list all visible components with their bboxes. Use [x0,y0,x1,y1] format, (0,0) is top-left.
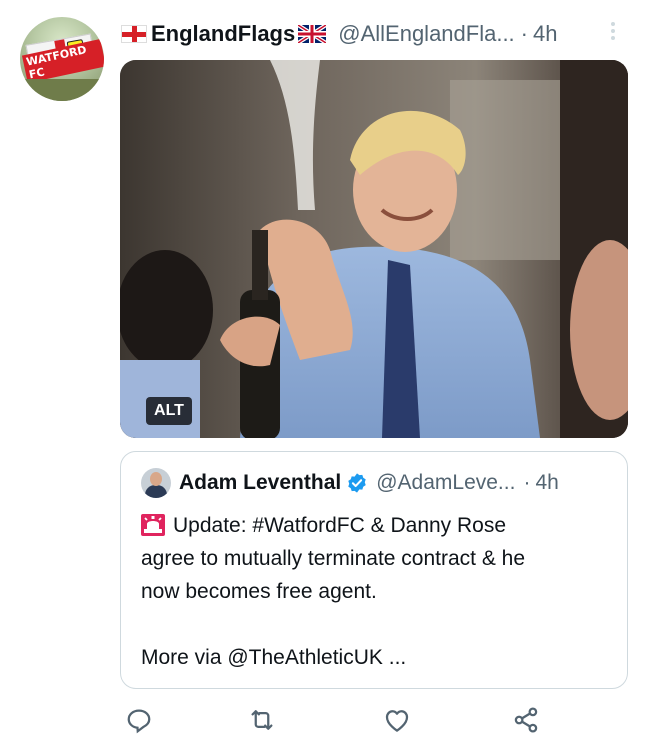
tweet[interactable]: WATFORD FC EnglandFlags @AllEnglandFla..… [0,0,646,750]
quoted-author-handle: @AdamLeve... [376,471,516,494]
uk-flag-icon [298,25,327,43]
reply-icon[interactable] [124,705,154,735]
alt-text-badge[interactable]: ALT [146,397,192,425]
quoted-text-line-2: agree to mutually terminate contract & h… [141,547,526,570]
share-icon[interactable] [511,705,541,735]
quoted-tweet-time: 4h [535,471,559,494]
author-handle[interactable]: @AllEnglandFla... [338,21,514,47]
siren-emoji-icon [141,514,165,536]
tweet-header: EnglandFlags @AllEnglandFla... · 4h [121,18,631,50]
quoted-tweet-text: Update: #WatfordFC & Danny Rose agree to… [141,509,621,674]
tweet-media-gif[interactable] [120,60,628,438]
quoted-text-line-3: now becomes free agent. [141,580,377,603]
quoted-tweet-header: Adam Leventhal @AdamLeve... · 4h [141,468,559,498]
quoted-author-display-name: Adam Leventhal [179,471,342,494]
time-separator: · [520,21,528,46]
more-options-icon[interactable] [610,22,616,44]
media-image [120,60,628,438]
verified-badge-icon [348,473,366,493]
quoted-author-avatar [141,468,171,498]
author-display-name[interactable]: EnglandFlags [151,21,295,47]
tweet-action-bar [0,705,646,735]
england-flag-icon [121,25,147,43]
author-avatar[interactable]: WATFORD FC [20,17,104,101]
quoted-text-line-1: Update: #WatfordFC & Danny Rose [173,514,507,537]
tweet-time[interactable]: 4h [533,21,557,47]
quoted-text-line-4: More via @TheAthleticUK ... [141,646,407,669]
retweet-icon[interactable] [247,705,277,735]
quoted-tweet[interactable]: Adam Leventhal @AdamLeve... · 4h Update:… [120,451,628,689]
heart-icon[interactable] [382,705,412,735]
quoted-time-separator: · [523,471,531,494]
